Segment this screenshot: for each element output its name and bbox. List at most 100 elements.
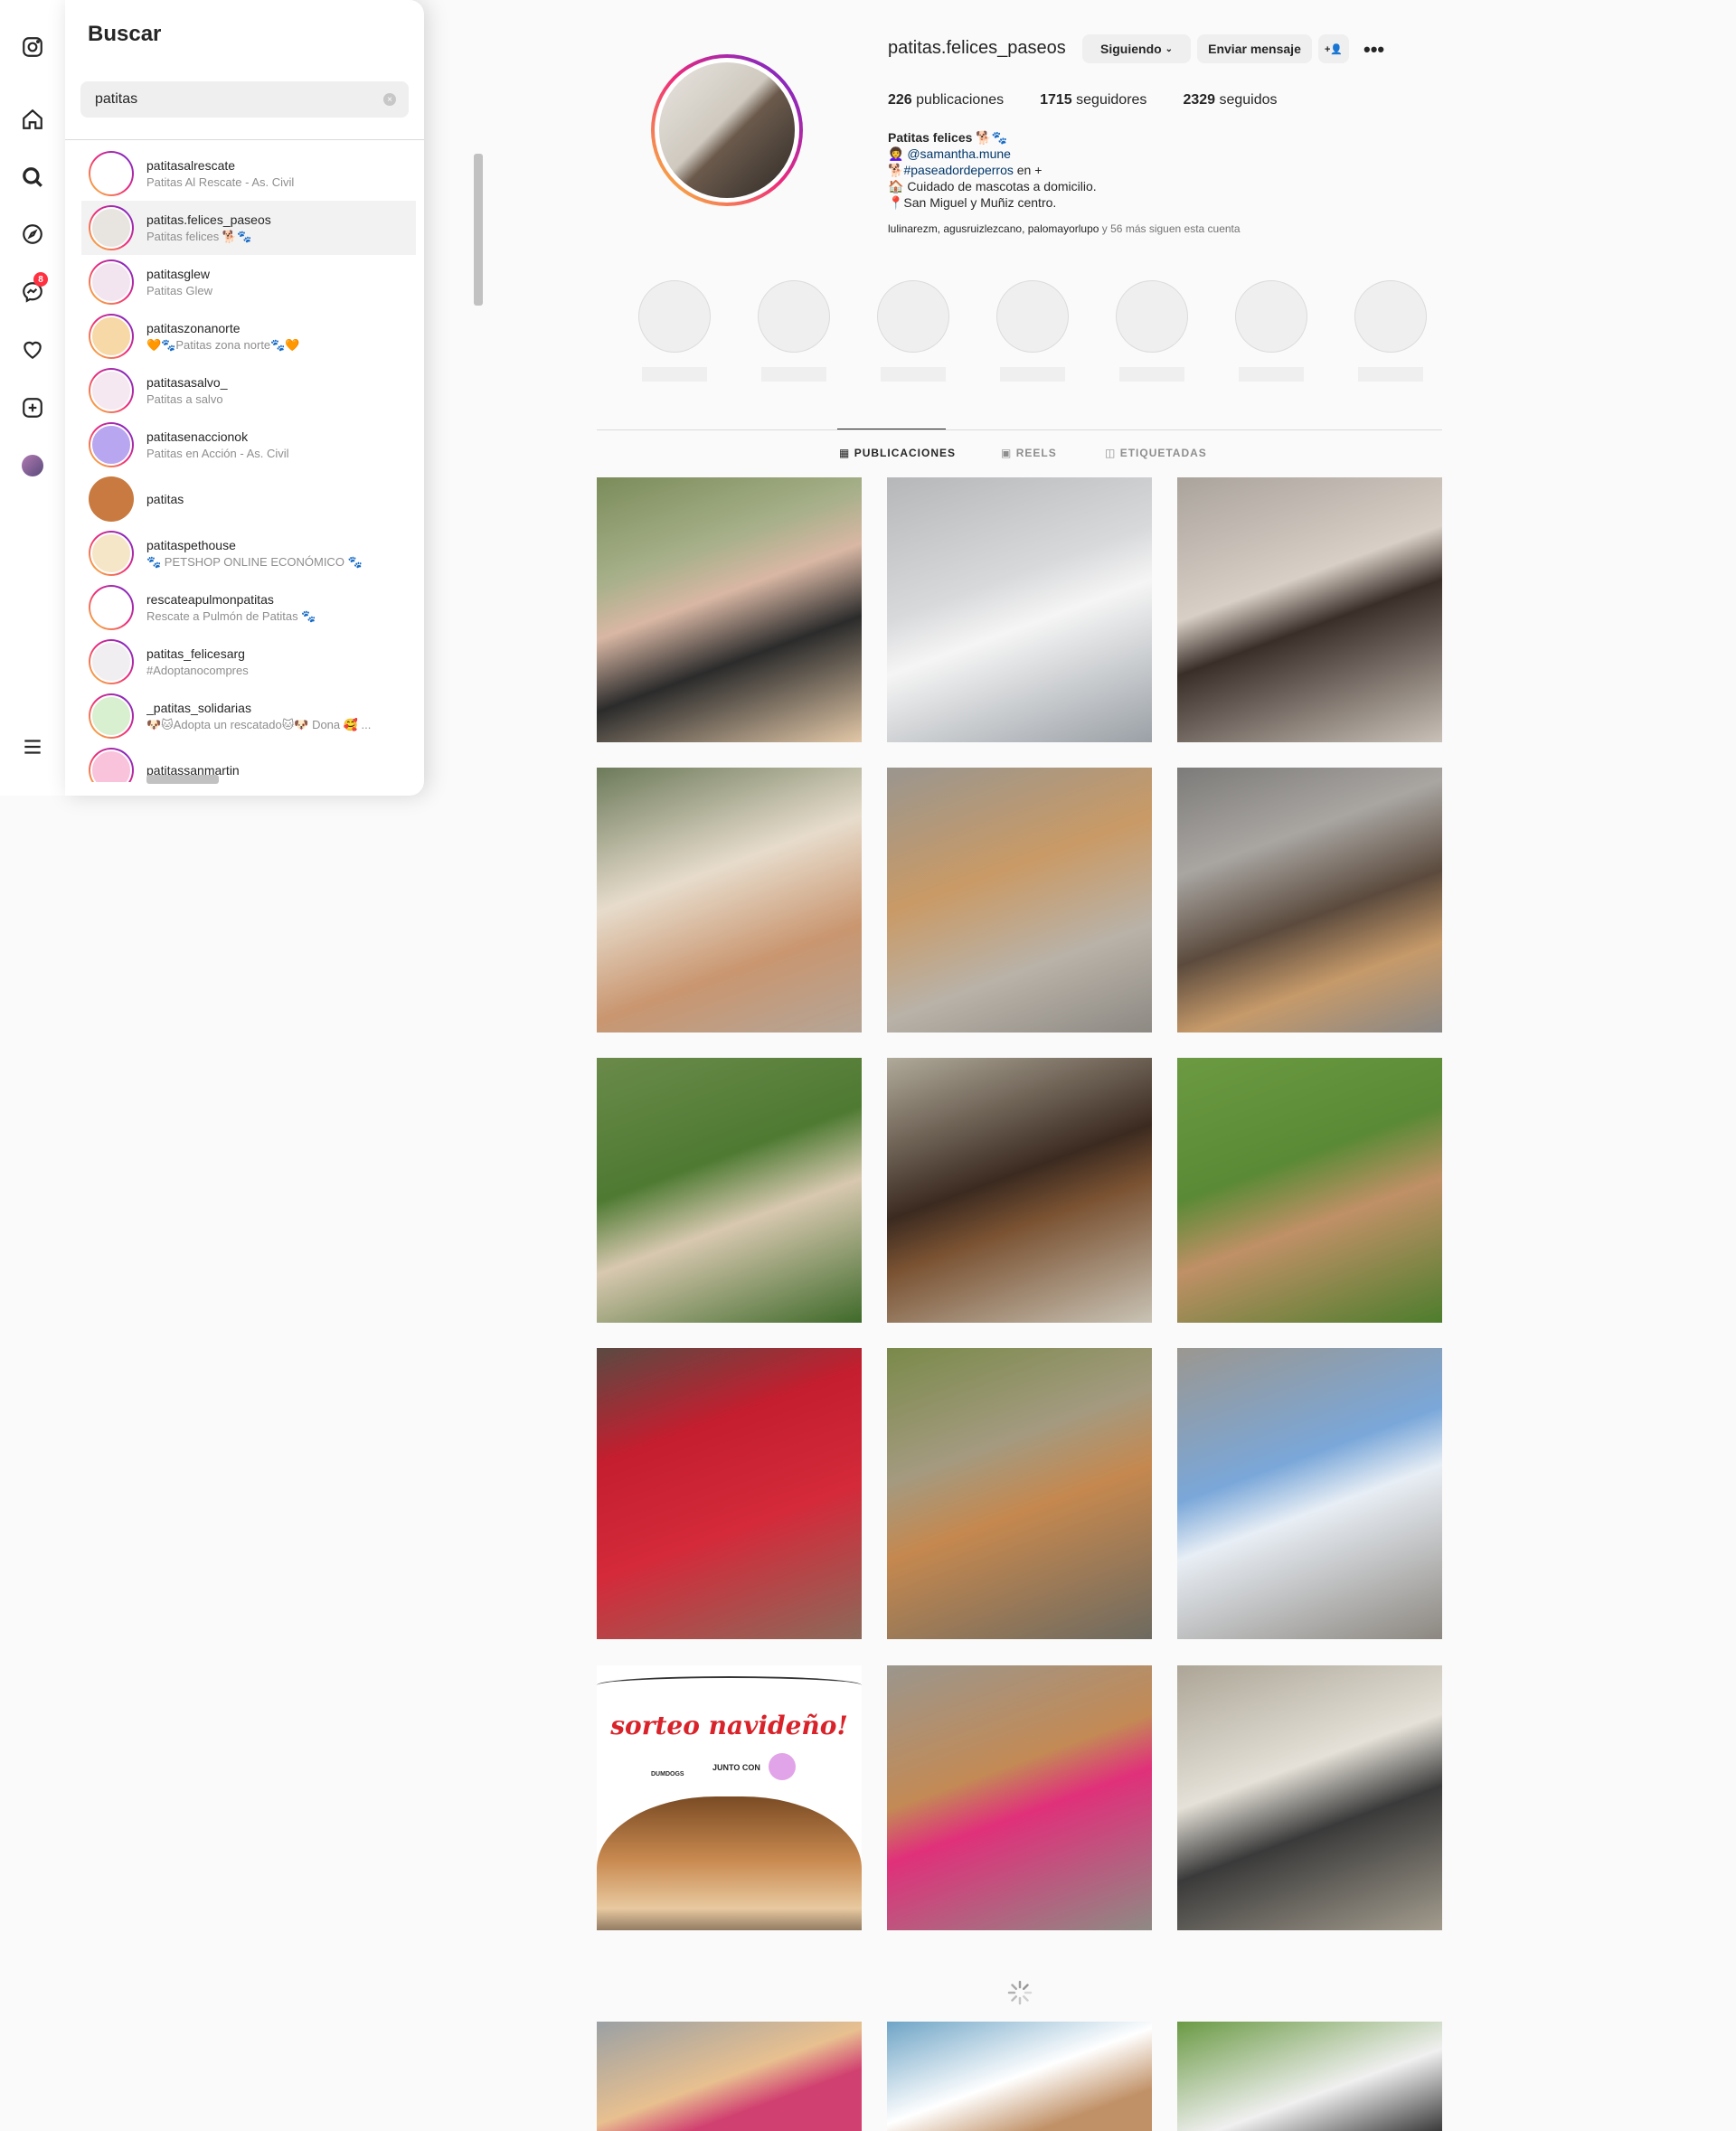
- post-thumbnail[interactable]: [1177, 1348, 1442, 1639]
- result-subtitle: Patitas en Acción - As. Civil: [146, 447, 289, 460]
- search-result-item[interactable]: _patitas_solidarias 🐶🐱Adopta un rescatado…: [81, 689, 416, 743]
- search-result-item[interactable]: patitas_felicesarg #Adoptanocompres: [81, 635, 416, 689]
- result-subtitle: Patitas a salvo: [146, 392, 223, 406]
- post-thumbnail[interactable]: [887, 477, 1152, 742]
- result-avatar: [89, 748, 134, 782]
- explore-icon[interactable]: [18, 220, 47, 249]
- profile-avatar[interactable]: [18, 451, 47, 480]
- post-thumbnail[interactable]: [597, 477, 862, 742]
- post-thumbnail[interactable]: [887, 768, 1152, 1032]
- result-username: patitas_felicesarg: [146, 646, 245, 661]
- search-results: patitasalrescate Patitas Al Rescate - As.…: [81, 149, 416, 782]
- post-thumbnail[interactable]: [597, 1348, 862, 1639]
- post-thumbnail[interactable]: [1177, 1665, 1442, 1930]
- messenger-icon[interactable]: 8: [18, 272, 48, 306]
- tab-reels[interactable]: ▣ Reels: [1001, 447, 1057, 459]
- add-user-icon[interactable]: +👤: [1318, 34, 1349, 63]
- tagged-icon: ◫: [1105, 447, 1117, 459]
- post-thumbnail[interactable]: [597, 2022, 862, 2131]
- post-thumbnail[interactable]: [887, 1665, 1152, 1930]
- post-thumbnail[interactable]: [1177, 477, 1442, 742]
- post-thumbnail[interactable]: [887, 1348, 1152, 1639]
- create-icon[interactable]: [18, 393, 47, 422]
- search-result-item[interactable]: patitaszonanorte 🧡🐾Patitas zona norte🐾🧡: [81, 309, 416, 363]
- search-result-item[interactable]: patitasalrescate Patitas Al Rescate - As.…: [81, 149, 416, 201]
- result-username: patitasglew: [146, 267, 211, 281]
- result-avatar: [89, 205, 134, 250]
- following-count[interactable]: 2329 seguidos: [1183, 92, 1277, 108]
- tab-label: Reels: [1015, 447, 1057, 459]
- search-result-item[interactable]: patitas: [81, 472, 416, 526]
- result-avatar: [89, 531, 134, 576]
- horizontal-scrollbar[interactable]: [146, 775, 219, 784]
- result-username: patitaspethouse: [146, 537, 236, 552]
- bio-line: 🏠 Cuidado de mascotas a domicilio.: [888, 179, 1097, 193]
- post-thumbnail[interactable]: [887, 2022, 1152, 2131]
- result-username: _patitas_solidarias: [146, 700, 251, 715]
- bio-name: Patitas felices 🐕🐾: [888, 130, 1008, 145]
- search-result-item[interactable]: patitasasalvo_ Patitas a salvo: [81, 363, 416, 418]
- post-thumbnail[interactable]: sorteo navideño! DUMDOGS JUNTO CON: [597, 1665, 862, 1930]
- search-result-item[interactable]: patitassanmartin: [81, 743, 416, 782]
- result-avatar: [89, 314, 134, 359]
- followers-count[interactable]: 1715 seguidores: [1040, 92, 1146, 108]
- profile-picture[interactable]: [651, 54, 803, 206]
- result-username: patitasasalvo_: [146, 375, 228, 390]
- loading-spinner-icon: [1007, 1980, 1033, 2005]
- divider: [65, 139, 424, 140]
- spinner-spoke: [1022, 1984, 1029, 1991]
- brand-label: DUMDOGS: [651, 1771, 684, 1777]
- result-subtitle: Patitas Al Rescate - As. Civil: [146, 175, 295, 189]
- tab-tagged[interactable]: ◫ Etiquetadas: [1105, 447, 1207, 459]
- menu-icon[interactable]: [18, 732, 47, 761]
- highlight-placeholder: [1235, 280, 1307, 353]
- result-avatar: [89, 585, 134, 630]
- search-result-item[interactable]: rescateapulmonpatitas Rescate a Pulmón de…: [81, 580, 416, 635]
- highlight-label-placeholder: [1239, 367, 1304, 382]
- more-options-icon[interactable]: •••: [1363, 38, 1392, 61]
- highlight-label-placeholder: [642, 367, 707, 382]
- post-thumbnail[interactable]: [597, 768, 862, 1032]
- spinner-spoke: [1011, 1994, 1018, 2002]
- post-thumbnail[interactable]: [1177, 1058, 1442, 1323]
- highlight-placeholder: [1354, 280, 1427, 353]
- giveaway-title: sorteo navideño!: [610, 1711, 848, 1740]
- search-box[interactable]: ×: [80, 81, 409, 118]
- tab-label: Etiquetadas: [1119, 447, 1207, 459]
- followed-by[interactable]: lulinarezm, agusruizlezcano, palomayorlu…: [888, 222, 1241, 235]
- bio-text: en +: [1013, 163, 1043, 177]
- clear-icon[interactable]: ×: [383, 93, 396, 106]
- home-icon[interactable]: [18, 105, 47, 134]
- spinner-spoke: [1011, 1984, 1018, 1991]
- search-result-item[interactable]: patitaspethouse 🐾 PETSHOP ONLINE ECONÓMIC…: [81, 526, 416, 580]
- nav-rail: 8: [0, 0, 65, 796]
- result-subtitle: Rescate a Pulmón de Patitas 🐾: [146, 608, 316, 623]
- post-thumbnail[interactable]: [1177, 768, 1442, 1032]
- result-username: patitaszonanorte: [146, 320, 241, 335]
- post-thumbnail[interactable]: [1177, 2022, 1442, 2131]
- instagram-icon[interactable]: [18, 33, 47, 61]
- junto-con-label: JUNTO CON: [712, 1763, 760, 1772]
- search-result-item[interactable]: patitasenaccionok Patitas en Acción - As.…: [81, 418, 416, 472]
- search-result-item[interactable]: patitasglew Patitas Glew: [81, 255, 416, 309]
- result-avatar: [89, 693, 134, 739]
- tab-posts[interactable]: ▦ Publicaciones: [839, 447, 956, 459]
- post-thumbnail[interactable]: [597, 1058, 862, 1323]
- highlight-label-placeholder: [881, 367, 946, 382]
- vertical-scrollbar[interactable]: [474, 154, 483, 306]
- result-username: patitasalrescate: [146, 158, 236, 173]
- result-avatar: [89, 259, 134, 305]
- search-icon[interactable]: [18, 163, 47, 192]
- bio-hashtag-link[interactable]: #paseadordeperros: [903, 163, 1013, 177]
- following-button[interactable]: Siguiendo ⌄: [1082, 34, 1191, 63]
- result-subtitle: 🐶🐱Adopta un rescatado🐱🐶 Dona 🥰 ...: [146, 717, 372, 731]
- bio-icon: 👩‍🦱: [888, 146, 904, 161]
- result-avatar: [89, 368, 134, 413]
- message-button[interactable]: Enviar mensaje: [1197, 34, 1312, 63]
- search-input[interactable]: [95, 81, 366, 118]
- search-result-item[interactable]: patitas.felices_paseos Patitas felices 🐕🐾: [81, 201, 416, 255]
- bio-mention-link[interactable]: @samantha.mune: [907, 146, 1011, 161]
- chevron-down-icon: ⌄: [1165, 43, 1173, 54]
- post-thumbnail[interactable]: [887, 1058, 1152, 1323]
- heart-icon[interactable]: [18, 335, 47, 364]
